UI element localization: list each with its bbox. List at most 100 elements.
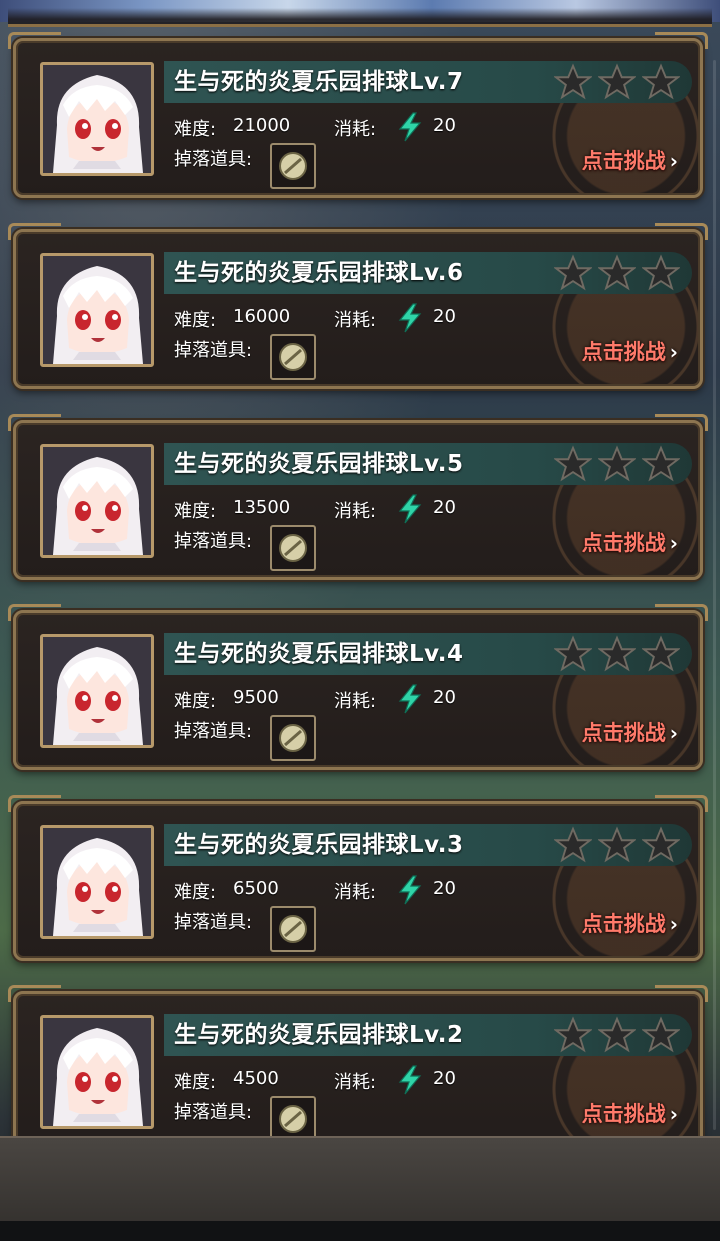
drops-label: 掉落道具: [174,531,253,552]
stage-card[interactable]: 生与死的炎夏乐园排球Lv.6 难度: 16000 消耗: 20 掉落道具: 点击… [8,223,708,389]
chevron-right-icon: › [669,531,678,555]
cost-value: 20 [433,497,456,518]
star-outline-icon [554,826,592,863]
character-face-icon [43,1018,151,1126]
character-face-icon [43,447,151,555]
drop-item-slot[interactable] [270,334,316,380]
drops-label: 掉落道具: [174,721,253,742]
challenge-label: 点击挑战 [581,340,666,364]
star-rating [554,826,680,866]
stage-title: 生与死的炎夏乐园排球Lv.2 [174,1022,464,1048]
locked-item-icon [279,343,307,371]
challenge-button[interactable]: 点击挑战 › [582,908,678,940]
cost-label: 消耗: [334,691,377,712]
cost-value: 20 [433,1068,456,1089]
challenge-button[interactable]: 点击挑战 › [582,1098,678,1130]
difficulty-label: 难度: [174,691,217,712]
drops-label: 掉落道具: [174,340,253,361]
locked-item-icon [279,724,307,752]
drop-item-slot[interactable] [270,525,316,571]
challenge-label: 点击挑战 [581,1102,666,1126]
drop-item-slot[interactable] [270,143,316,189]
scrollbar[interactable] [713,60,716,1130]
lightning-bolt-icon [398,303,422,333]
drop-item-slot[interactable] [270,715,316,761]
drop-item-slot[interactable] [270,1096,316,1136]
lightning-bolt-icon [398,1065,422,1095]
cost-label: 消耗: [334,1072,377,1093]
locked-item-icon [279,534,307,562]
chevron-right-icon: › [669,1102,678,1126]
stage-card[interactable]: 生与死的炎夏乐园排球Lv.4 难度: 9500 消耗: 20 掉落道具: 点击挑… [8,604,708,770]
locked-item-icon [279,915,307,943]
lightning-bolt-icon [398,875,422,905]
stage-card[interactable]: 生与死的炎夏乐园排球Lv.3 难度: 6500 消耗: 20 掉落道具: 点击挑… [8,795,708,961]
star-rating [554,1016,680,1056]
lightning-bolt-icon [398,494,422,524]
challenge-label: 点击挑战 [581,721,666,745]
difficulty-label: 难度: [174,119,217,140]
star-outline-icon [598,63,636,100]
stage-card[interactable]: 生与死的炎夏乐园排球Lv.7 难度: 21000 消耗: 20 掉落道具: 点击… [8,32,708,198]
drop-item-slot[interactable] [270,906,316,952]
difficulty-value: 21000 [233,115,291,136]
character-face-icon [43,828,151,936]
character-face-icon [43,637,151,745]
stage-card[interactable]: 生与死的炎夏乐园排球Lv.2 难度: 4500 消耗: 20 掉落道具: 点击挑… [8,985,708,1136]
cost-label: 消耗: [334,119,377,140]
star-outline-icon [554,445,592,482]
stage-card[interactable]: 生与死的炎夏乐园排球Lv.5 难度: 13500 消耗: 20 掉落道具: 点击… [8,414,708,580]
challenge-label: 点击挑战 [581,912,666,936]
stage-title: 生与死的炎夏乐园排球Lv.7 [174,69,464,95]
star-outline-icon [642,826,680,863]
difficulty-label: 难度: [174,310,217,331]
character-face-icon [43,256,151,364]
lightning-bolt-icon [398,112,422,142]
star-rating [554,63,680,103]
stage-list[interactable]: 生与死的炎夏乐园排球Lv.7 难度: 21000 消耗: 20 掉落道具: 点击… [0,22,720,1136]
star-outline-icon [554,1016,592,1053]
character-portrait [40,444,154,558]
difficulty-value: 6500 [233,878,279,899]
challenge-button[interactable]: 点击挑战 › [582,145,678,177]
difficulty-label: 难度: [174,501,217,522]
drops-label: 掉落道具: [174,149,253,170]
challenge-button[interactable]: 点击挑战 › [582,527,678,559]
challenge-button[interactable]: 点击挑战 › [582,717,678,749]
cost-value: 20 [433,687,456,708]
cost-label: 消耗: [334,882,377,903]
bottom-edge [0,1221,720,1241]
chevron-right-icon: › [669,721,678,745]
cost-value: 20 [433,306,456,327]
star-outline-icon [642,1016,680,1053]
difficulty-label: 难度: [174,882,217,903]
star-outline-icon [554,254,592,291]
star-outline-icon [598,826,636,863]
cost-label: 消耗: [334,310,377,331]
difficulty-value: 13500 [233,497,291,518]
lightning-bolt-icon [398,684,422,714]
locked-item-icon [279,1105,307,1133]
star-outline-icon [642,63,680,100]
bottom-panel [0,1136,720,1223]
star-rating [554,254,680,294]
challenge-button[interactable]: 点击挑战 › [582,336,678,368]
star-outline-icon [554,63,592,100]
stage-title: 生与死的炎夏乐园排球Lv.6 [174,260,464,286]
difficulty-label: 难度: [174,1072,217,1093]
character-portrait [40,825,154,939]
star-rating [554,445,680,485]
stage-title: 生与死的炎夏乐园排球Lv.5 [174,451,464,477]
star-outline-icon [598,254,636,291]
cost-value: 20 [433,878,456,899]
drops-label: 掉落道具: [174,912,253,933]
stage-title: 生与死的炎夏乐园排球Lv.3 [174,832,464,858]
star-outline-icon [598,1016,636,1053]
character-face-icon [43,65,151,173]
drops-label: 掉落道具: [174,1102,253,1123]
challenge-label: 点击挑战 [581,531,666,555]
cost-label: 消耗: [334,501,377,522]
character-portrait [40,253,154,367]
star-outline-icon [642,445,680,482]
difficulty-value: 4500 [233,1068,279,1089]
